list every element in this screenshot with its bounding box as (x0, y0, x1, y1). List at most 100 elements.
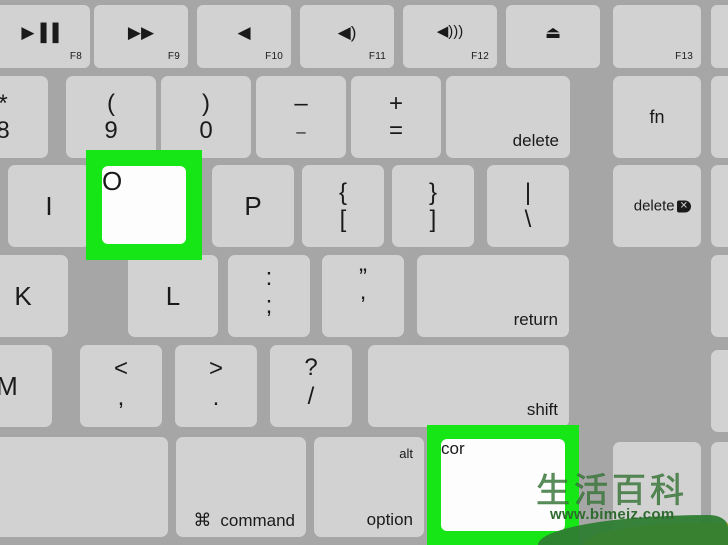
key-lower-legend: 8 (0, 117, 10, 145)
key-minus[interactable]: – – (256, 76, 346, 158)
o-key-highlight: O (86, 150, 202, 260)
key-upper-legend: ? (304, 353, 318, 381)
key-volume-down[interactable]: ◀) F11 (300, 5, 394, 68)
key-letterrow-partial-right[interactable] (711, 165, 728, 247)
key-upper-legend: < (113, 355, 128, 383)
key-label: ⌘ command (193, 511, 295, 529)
fast-forward-icon: ▶▶ (127, 22, 155, 42)
key-9[interactable]: ( 9 (66, 76, 156, 158)
key-upper-legend: + (388, 89, 403, 117)
volume-down-icon: ◀) (337, 22, 357, 42)
key-label: shift (526, 400, 558, 419)
key-fkey-label: F8 (69, 51, 82, 62)
key-lower-legend: 9 (104, 117, 118, 145)
key-fast-forward[interactable]: ▶▶ F9 (94, 5, 188, 68)
key-label: L (165, 281, 181, 311)
key-fn[interactable]: fn (613, 76, 701, 158)
key-play-pause[interactable]: ▶▐▐ F8 (0, 5, 90, 68)
key-lower-legend: [ (339, 206, 347, 234)
key-numberrow-partial-right[interactable] (711, 76, 728, 158)
volume-up-icon: ◀))) (436, 22, 464, 40)
key-upper-legend: : (265, 264, 273, 292)
key-comma[interactable]: < , (80, 345, 162, 427)
key-upper-legend: { (338, 178, 347, 206)
key-eject[interactable]: ⏏ (506, 5, 600, 68)
key-equal[interactable]: + = (351, 76, 441, 158)
key-homerow-partial-right[interactable] (711, 255, 728, 337)
key-slash[interactable]: ? / (270, 345, 352, 427)
key-fkey-label: F9 (167, 51, 180, 62)
key-lower-legend: ’ (360, 292, 366, 320)
key-upper-legend: | (524, 178, 532, 206)
key-bracket-left[interactable]: { [ (302, 165, 384, 247)
command-icon: ⌘ (193, 510, 212, 530)
key-i[interactable]: I (8, 165, 90, 247)
key-control[interactable]: cor (441, 439, 565, 531)
key-delete[interactable]: delete (446, 76, 570, 158)
key-label: return (513, 310, 558, 329)
key-upper-legend: ( (107, 89, 115, 117)
key-0[interactable]: ) 0 (161, 76, 251, 158)
key-lower-legend: ; (265, 292, 273, 320)
key-lower-legend: 0 (199, 117, 213, 145)
key-upper-legend: ) (202, 89, 210, 117)
key-o[interactable]: O (102, 166, 186, 244)
key-semicolon[interactable]: : ; (228, 255, 310, 337)
key-label: P (244, 191, 262, 221)
key-option[interactable]: alt option (314, 437, 424, 537)
keyboard-screenshot: ▶▐▐ F8 ▶▶ F9 ◀ F10 ◀) F11 ◀))) F12 ⏏ F13… (0, 0, 728, 545)
key-spacebar[interactable] (0, 437, 168, 537)
key-label: cor (441, 439, 465, 458)
play-pause-icon: ▶▐▐ (21, 22, 59, 42)
key-label: delete (512, 131, 559, 150)
key-m[interactable]: M (0, 345, 52, 427)
key-backslash[interactable]: | \ (487, 165, 569, 247)
key-fnrow-partial-right[interactable] (711, 5, 728, 68)
key-label: O (102, 166, 123, 196)
key-k[interactable]: K (0, 255, 68, 337)
key-fkey-label: F10 (265, 51, 283, 62)
key-lower-legend: \ (524, 206, 532, 234)
key-lower-legend: ] (429, 206, 437, 234)
key-quote[interactable]: ” ’ (322, 255, 404, 337)
key-upper-legend: } (428, 178, 437, 206)
forward-delete-text: delete (633, 197, 675, 215)
key-forward-delete[interactable]: delete ✕ (613, 165, 701, 247)
key-f13[interactable]: F13 (613, 5, 701, 68)
key-volume-up[interactable]: ◀))) F12 (403, 5, 497, 68)
control-key-highlight: cor (427, 425, 579, 545)
key-upper-legend: ” (359, 264, 367, 292)
key-period[interactable]: > . (175, 345, 257, 427)
key-lower-legend: , (117, 384, 125, 411)
key-fkey-label: F13 (675, 51, 693, 62)
key-modrow-partial-far-right[interactable] (711, 442, 728, 537)
key-return[interactable]: return (417, 255, 569, 337)
key-l[interactable]: L (128, 255, 218, 337)
key-8[interactable]: * 8 (0, 76, 48, 158)
key-upper-legend: > (208, 355, 223, 383)
key-lower-legend: . (212, 384, 220, 411)
key-p[interactable]: P (212, 165, 294, 247)
key-command[interactable]: ⌘ command (176, 437, 306, 537)
key-upper-legend: alt (399, 446, 413, 461)
mute-icon: ◀ (237, 22, 251, 42)
key-bracket-right[interactable]: } ] (392, 165, 474, 247)
key-fkey-label: F12 (471, 51, 489, 62)
key-lower-legend: = (388, 117, 403, 145)
key-label: fn (649, 107, 665, 127)
key-lower-legend: – (296, 121, 306, 141)
key-upper-legend: * (0, 91, 48, 116)
key-shift[interactable]: shift (368, 345, 569, 427)
command-text: command (220, 511, 295, 530)
key-mute[interactable]: ◀ F10 (197, 5, 291, 68)
key-label: option (366, 510, 413, 529)
key-label: M (0, 371, 18, 401)
key-fkey-label: F11 (368, 51, 386, 62)
key-label: I (45, 191, 53, 221)
key-lower-legend: / (307, 383, 315, 411)
eject-icon: ⏏ (544, 22, 562, 42)
key-upper-legend: – (294, 89, 308, 117)
key-modrow-partial-right[interactable] (613, 442, 701, 537)
key-label: delete ✕ (634, 199, 691, 214)
key-bottomrow-partial-right[interactable] (711, 350, 728, 432)
